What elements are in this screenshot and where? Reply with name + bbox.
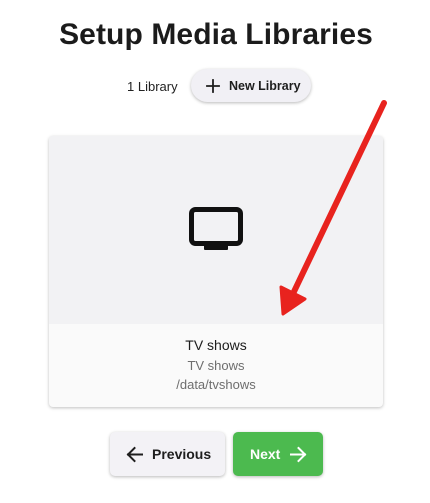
arrow-right-icon <box>290 446 307 462</box>
library-count: 1 Library <box>127 79 178 94</box>
library-card-title: TV shows <box>185 337 247 353</box>
library-card[interactable]: TV shows TV shows /data/tvshows <box>49 136 383 407</box>
new-library-label: New Library <box>229 78 301 93</box>
previous-label: Previous <box>152 446 212 462</box>
next-label: Next <box>250 446 281 462</box>
previous-button[interactable]: Previous <box>110 432 225 476</box>
next-button[interactable]: Next <box>233 432 323 476</box>
new-library-button[interactable]: New Library <box>191 69 311 102</box>
tv-icon <box>189 207 243 250</box>
arrow-left-icon <box>126 446 143 462</box>
library-card-media <box>49 136 383 324</box>
setup-media-libraries-page: Setup Media Libraries 1 Library New Libr… <box>0 0 430 503</box>
plus-icon <box>206 78 220 93</box>
library-card-type: TV shows <box>187 358 245 373</box>
library-card-path: /data/tvshows <box>176 377 256 392</box>
page-title: Setup Media Libraries <box>59 18 373 51</box>
